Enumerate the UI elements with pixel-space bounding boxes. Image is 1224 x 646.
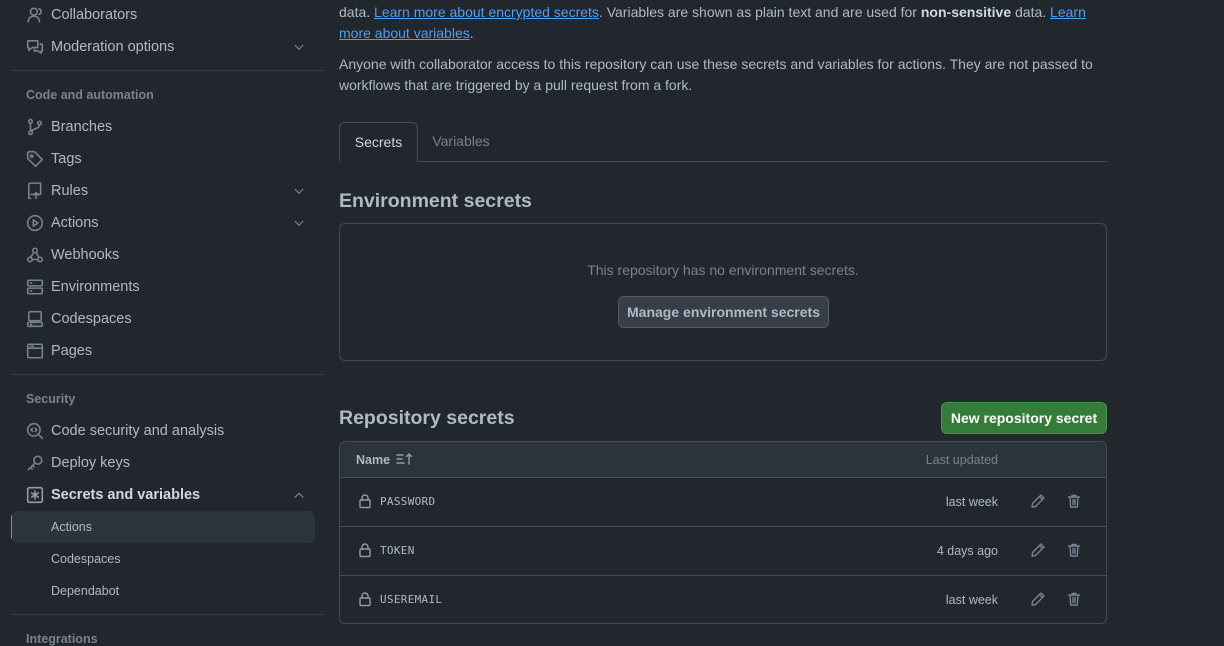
- sidebar-item-codespaces[interactable]: Codespaces: [12, 303, 315, 335]
- sidebar-subitem-label: Dependabot: [51, 584, 120, 598]
- environment-secrets-box: This repository has no environment secre…: [339, 223, 1107, 361]
- sidebar-item-label: Secrets and variables: [51, 487, 201, 503]
- column-header-name[interactable]: Name: [356, 453, 390, 467]
- manage-environment-secrets-button[interactable]: Manage environment secrets: [618, 296, 829, 328]
- sidebar-item-label: Collaborators: [51, 7, 138, 23]
- chevron-down-icon: [292, 40, 306, 54]
- sidebar-item-code-security-and-analysis[interactable]: Code security and analysis: [12, 415, 315, 447]
- intro-text: . Variables are shown as plain text and …: [598, 4, 921, 20]
- sidebar-item-label: Moderation options: [51, 39, 175, 55]
- comment-discussion-icon: [26, 38, 44, 56]
- intro-paragraph-2: Anyone with collaborator access to this …: [339, 56, 1093, 93]
- server-icon: [26, 278, 44, 296]
- secrets-variables-tabs: Secrets Variables: [339, 122, 1107, 162]
- secret-name: PASSWORD: [380, 495, 436, 508]
- play-icon: [26, 214, 44, 232]
- sidebar-subitem-label: Actions: [51, 520, 92, 534]
- chevron-up-icon: [292, 488, 306, 502]
- secret-name: TOKEN: [380, 544, 415, 557]
- sidebar-item-rules[interactable]: Rules: [12, 175, 315, 207]
- section-heading-integrations: Integrations: [26, 632, 98, 646]
- secret-last-updated: last week: [945, 495, 998, 509]
- trash-icon[interactable]: [1066, 542, 1082, 558]
- codescan-icon: [26, 422, 44, 440]
- sidebar-divider: [11, 70, 323, 71]
- tab-variables[interactable]: Variables: [417, 122, 505, 161]
- sidebar-item-pages[interactable]: Pages: [12, 335, 315, 367]
- lock-icon: [357, 591, 373, 607]
- pencil-icon[interactable]: [1030, 493, 1046, 509]
- sidebar-item-label: Deploy keys: [51, 455, 130, 471]
- table-header: Name Last updated: [340, 442, 1106, 478]
- tab-secrets[interactable]: Secrets: [339, 122, 418, 162]
- sidebar-divider: [11, 374, 323, 375]
- sidebar-subitem-actions[interactable]: Actions: [12, 511, 315, 543]
- key-asterisk-icon: [26, 486, 44, 504]
- sidebar-item-label: Code security and analysis: [51, 423, 225, 439]
- settings-sidebar: Collaborators Moderation options Code an…: [0, 0, 330, 646]
- sidebar-item-label: Actions: [51, 215, 99, 231]
- sidebar-item-moderation-options[interactable]: Moderation options: [12, 31, 315, 63]
- sidebar-subitem-codespaces[interactable]: Codespaces: [12, 543, 315, 575]
- sidebar-item-environments[interactable]: Environments: [12, 271, 315, 303]
- sidebar-item-secrets-and-variables[interactable]: Secrets and variables: [12, 479, 315, 511]
- sort-ascending-icon[interactable]: [396, 452, 414, 466]
- repository-secrets-heading: Repository secrets: [339, 407, 515, 429]
- codespaces-icon: [26, 310, 44, 328]
- lock-icon: [357, 542, 373, 558]
- intro-text: data.: [339, 4, 375, 20]
- sidebar-item-label: Rules: [51, 183, 89, 199]
- sidebar-subitem-label: Codespaces: [51, 552, 121, 566]
- trash-icon[interactable]: [1066, 591, 1082, 607]
- intro-text: data.: [1011, 4, 1051, 20]
- encrypted-secrets-link[interactable]: Learn more about encrypted secrets: [374, 4, 599, 20]
- sidebar-item-label: Webhooks: [51, 247, 120, 263]
- sidebar-item-label: Tags: [51, 151, 82, 167]
- git-branch-icon: [26, 118, 44, 136]
- intro-bold-text: non-sensitive: [920, 4, 1012, 20]
- sidebar-item-collaborators[interactable]: Collaborators: [12, 0, 315, 31]
- section-heading-security: Security: [26, 392, 76, 406]
- trash-icon[interactable]: [1066, 493, 1082, 509]
- sidebar-divider: [11, 614, 323, 615]
- sidebar-item-tags[interactable]: Tags: [12, 143, 315, 175]
- sidebar-item-webhooks[interactable]: Webhooks: [12, 239, 315, 271]
- sidebar-item-label: Pages: [51, 343, 93, 359]
- pencil-icon[interactable]: [1030, 591, 1046, 607]
- sidebar-item-label: Environments: [51, 279, 140, 295]
- chevron-down-icon: [292, 216, 306, 230]
- repository-secrets-table: Name Last updated PASSWORD last week TOK…: [339, 441, 1107, 624]
- secret-name: USEREMAIL: [380, 593, 443, 606]
- sidebar-item-branches[interactable]: Branches: [12, 111, 315, 143]
- section-heading-code-and-automation: Code and automation: [26, 88, 154, 102]
- sidebar-subitem-dependabot[interactable]: Dependabot: [12, 575, 315, 607]
- intro-paragraph-1: data. Learn more about encrypted secrets…: [339, 2, 1107, 44]
- secret-last-updated: last week: [945, 593, 998, 607]
- lock-icon: [357, 493, 373, 509]
- sidebar-item-actions[interactable]: Actions: [12, 207, 315, 239]
- sidebar-item-label: Branches: [51, 119, 113, 135]
- pencil-icon[interactable]: [1030, 542, 1046, 558]
- repo-push-icon: [26, 182, 44, 200]
- table-row: TOKEN 4 days ago: [340, 527, 1106, 576]
- table-row: PASSWORD last week: [340, 478, 1106, 527]
- browser-icon: [26, 342, 44, 360]
- sidebar-item-deploy-keys[interactable]: Deploy keys: [12, 447, 315, 479]
- intro-text: .: [469, 25, 474, 41]
- secret-last-updated: 4 days ago: [936, 544, 998, 558]
- sidebar-item-label: Codespaces: [51, 311, 132, 327]
- table-row: USEREMAIL last week: [340, 576, 1106, 623]
- tag-icon: [26, 150, 44, 168]
- person-icon: [26, 6, 44, 24]
- column-header-last-updated: Last updated: [925, 453, 998, 467]
- key-icon: [26, 454, 44, 472]
- chevron-down-icon: [292, 184, 306, 198]
- environment-secrets-heading: Environment secrets: [339, 190, 532, 212]
- webhook-icon: [26, 246, 44, 264]
- environment-empty-text: This repository has no environment secre…: [587, 262, 859, 278]
- new-repository-secret-button[interactable]: New repository secret: [941, 402, 1107, 434]
